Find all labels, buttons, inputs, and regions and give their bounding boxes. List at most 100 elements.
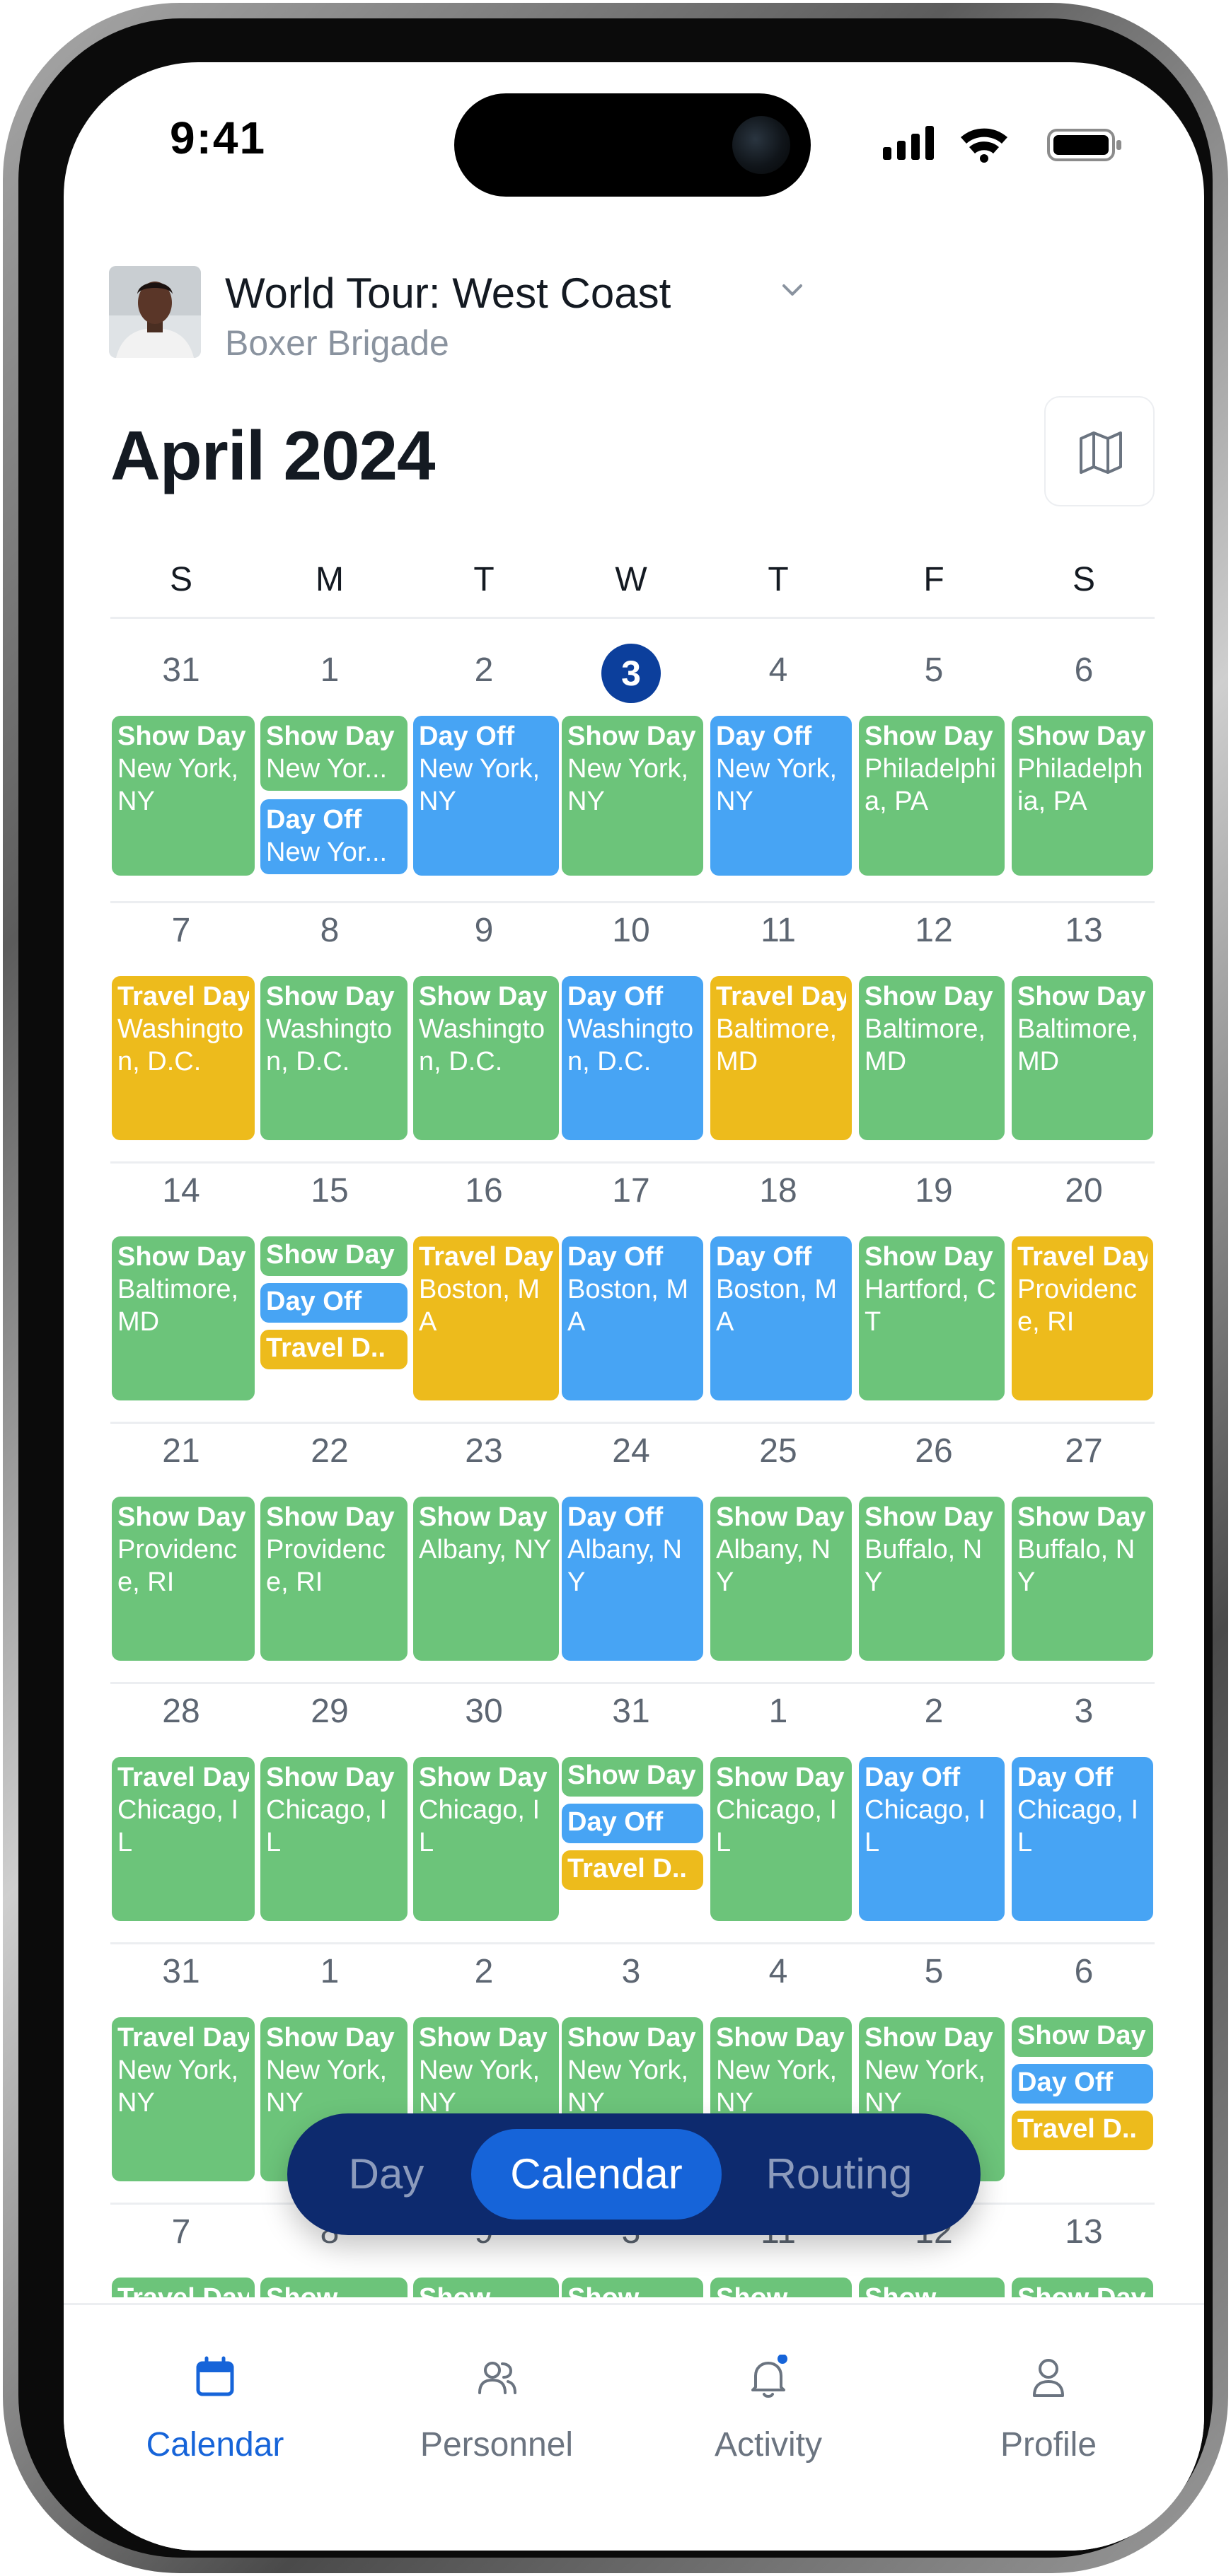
- day-number[interactable]: 2: [877, 1692, 990, 1731]
- day-number[interactable]: 17: [574, 1171, 688, 1210]
- event-block[interactable]: Day Off Boston, MA: [710, 1236, 852, 1400]
- day-number[interactable]: 16: [427, 1171, 541, 1210]
- view-routing-button[interactable]: Routing: [740, 2113, 938, 2235]
- day-number[interactable]: 10: [574, 911, 688, 950]
- event-location: Boston, MA: [716, 1275, 838, 1337]
- day-number[interactable]: 5: [877, 1952, 990, 1991]
- event-location: New York, NY: [419, 2055, 541, 2118]
- event-block[interactable]: Day Off New Yor...: [260, 799, 408, 874]
- event-block[interactable]: Show Day Washington, D.C.: [413, 976, 559, 1140]
- event-block[interactable]: Show Day: [260, 1236, 408, 1276]
- day-number[interactable]: 1: [273, 651, 386, 690]
- event-block[interactable]: Travel D..: [562, 1850, 703, 1890]
- event-block[interactable]: Show Day New York, NY: [562, 716, 703, 876]
- today-marker[interactable]: 3: [601, 644, 661, 703]
- view-day-button[interactable]: Day: [316, 2113, 457, 2235]
- day-number[interactable]: 30: [427, 1692, 541, 1731]
- day-number[interactable]: 8: [273, 911, 386, 950]
- day-number[interactable]: 11: [722, 911, 835, 950]
- day-number[interactable]: 7: [125, 2212, 238, 2251]
- event-block[interactable]: Day Off Chicago, IL: [859, 1757, 1005, 1921]
- event-block[interactable]: Travel Day Washington, D.C.: [112, 976, 255, 1140]
- event-block[interactable]: Travel Day Boston, MA: [413, 1236, 559, 1400]
- day-number[interactable]: 9: [427, 911, 541, 950]
- event-block[interactable]: Show Day Baltimore, MD: [1012, 976, 1153, 1140]
- event-block[interactable]: Day Off: [260, 1283, 408, 1323]
- day-number[interactable]: 18: [722, 1171, 835, 1210]
- day-number[interactable]: 2: [427, 1952, 541, 1991]
- event-block[interactable]: Show Day New Yor...: [260, 716, 408, 791]
- event-block[interactable]: Day Off: [1012, 2064, 1153, 2104]
- event-block[interactable]: Show Day Buffalo, NY: [1012, 1497, 1153, 1661]
- day-number[interactable]: 22: [273, 1432, 386, 1470]
- event-block[interactable]: Travel Day Baltimore, MD: [710, 976, 852, 1140]
- event-block[interactable]: Show Day Washington, D.C.: [260, 976, 408, 1140]
- event-block[interactable]: Show Day Hartford, CT: [859, 1236, 1005, 1400]
- day-number[interactable]: 26: [877, 1432, 990, 1470]
- day-number[interactable]: 12: [877, 911, 990, 950]
- day-number[interactable]: 3: [1027, 1692, 1140, 1731]
- day-number[interactable]: 14: [125, 1171, 238, 1210]
- day-number[interactable]: 7: [125, 911, 238, 950]
- day-number[interactable]: 25: [722, 1432, 835, 1470]
- day-number[interactable]: 1: [722, 1692, 835, 1731]
- event-block[interactable]: Show Day Albany, NY: [710, 1497, 852, 1661]
- day-number[interactable]: 19: [877, 1171, 990, 1210]
- event-block[interactable]: Day Off: [562, 1804, 703, 1843]
- day-number[interactable]: 6: [1027, 1952, 1140, 1991]
- event-type: Show Day: [1017, 2021, 1146, 2050]
- event-block[interactable]: Show Day Baltimore, MD: [112, 1236, 255, 1400]
- app-screen: 9:41 World Tour: West Coast Boxer Brigad…: [64, 62, 1204, 2551]
- day-number[interactable]: 31: [125, 1952, 238, 1991]
- event-block[interactable]: Show Day Chicago, IL: [413, 1757, 559, 1921]
- event-block[interactable]: Day Off Albany, NY: [562, 1497, 703, 1661]
- event-block[interactable]: Show Day Chicago, IL: [710, 1757, 852, 1921]
- event-type: Show Day: [117, 721, 246, 751]
- event-block[interactable]: Day Off Washington, D.C.: [562, 976, 703, 1140]
- event-block[interactable]: Show Day Chicago, IL: [260, 1757, 408, 1921]
- day-number[interactable]: 31: [574, 1692, 688, 1731]
- day-number[interactable]: 21: [125, 1432, 238, 1470]
- event-block[interactable]: Show Day Philadelphia, PA: [859, 716, 1005, 876]
- day-number[interactable]: 13: [1027, 2212, 1140, 2251]
- event-type: Show Day: [266, 1763, 395, 1792]
- day-number[interactable]: 4: [722, 651, 835, 690]
- day-number[interactable]: 29: [273, 1692, 386, 1731]
- event-block[interactable]: Travel D..: [260, 1330, 408, 1369]
- event-block[interactable]: Show Day New York, NY: [112, 716, 255, 876]
- view-calendar-button[interactable]: Calendar: [471, 2113, 722, 2235]
- event-block[interactable]: Show Day Philadelphia, PA: [1012, 716, 1153, 876]
- day-number[interactable]: 23: [427, 1432, 541, 1470]
- day-number[interactable]: 2: [427, 651, 541, 690]
- event-block[interactable]: Show Day Buffalo, NY: [859, 1497, 1005, 1661]
- event-block[interactable]: Day Off New York, NY: [710, 716, 852, 876]
- notification-badge: [778, 2354, 787, 2364]
- day-number[interactable]: 3: [574, 1952, 688, 1991]
- event-block[interactable]: Day Off Boston, MA: [562, 1236, 703, 1400]
- event-block[interactable]: Show Day Albany, NY: [413, 1497, 559, 1661]
- event-block[interactable]: Show Day: [562, 1757, 703, 1797]
- day-number[interactable]: 31: [125, 651, 238, 690]
- event-block[interactable]: Show Day Providence, RI: [260, 1497, 408, 1661]
- day-number[interactable]: 1: [273, 1952, 386, 1991]
- event-type: Show Day: [266, 982, 395, 1011]
- event-block[interactable]: Travel Day New York, NY: [112, 2017, 255, 2181]
- day-number[interactable]: 15: [273, 1171, 386, 1210]
- event-block[interactable]: Show Day Baltimore, MD: [859, 976, 1005, 1140]
- event-block[interactable]: Travel Day Providence, RI: [1012, 1236, 1153, 1400]
- day-number[interactable]: 5: [877, 651, 990, 690]
- day-number[interactable]: 28: [125, 1692, 238, 1731]
- day-number[interactable]: 4: [722, 1952, 835, 1991]
- event-block[interactable]: Show Day Providence, RI: [112, 1497, 255, 1661]
- day-number[interactable]: 20: [1027, 1171, 1140, 1210]
- event-type: Travel D..: [567, 1854, 687, 1884]
- day-number[interactable]: 27: [1027, 1432, 1140, 1470]
- day-number[interactable]: 24: [574, 1432, 688, 1470]
- event-block[interactable]: Day Off Chicago, IL: [1012, 1757, 1153, 1921]
- event-block[interactable]: Travel D..: [1012, 2111, 1153, 2150]
- event-block[interactable]: Travel Day Chicago, IL: [112, 1757, 255, 1921]
- event-block[interactable]: Show Day: [1012, 2017, 1153, 2057]
- day-number[interactable]: 6: [1027, 651, 1140, 690]
- day-number[interactable]: 13: [1027, 911, 1140, 950]
- event-block[interactable]: Day Off New York, NY: [413, 716, 559, 876]
